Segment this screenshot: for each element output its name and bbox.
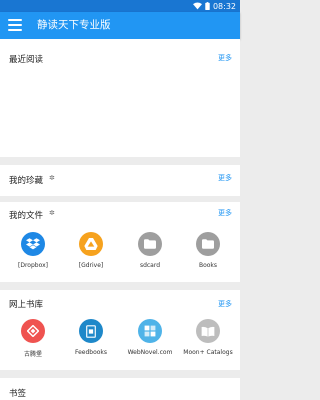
wifi-icon — [192, 2, 202, 10]
online-library-more-link[interactable]: 更多 — [218, 299, 232, 309]
favorites-more-link[interactable]: 更多 — [218, 173, 232, 183]
library-label: Moon+ Catalogs — [183, 349, 233, 356]
my-files-card: 我的文件 ✲ 更多 [Dropbox] [Gdrive] sdcard Book… — [0, 202, 240, 282]
recent-reading-card: 最近阅读 更多 — [0, 39, 240, 157]
battery-icon — [205, 2, 210, 10]
file-source-books[interactable]: Books — [178, 232, 238, 269]
status-bar: 08:32 — [0, 0, 240, 12]
my-files-title: 我的文件 — [9, 211, 44, 221]
my-files-more-link[interactable]: 更多 — [218, 208, 232, 218]
bookmarks-card: 书签 — [0, 378, 240, 400]
file-source-sdcard[interactable]: sdcard — [120, 232, 180, 269]
library-feedbooks[interactable]: Feedbooks — [61, 319, 121, 356]
moon-catalogs-icon — [196, 319, 220, 343]
feedbooks-icon — [79, 319, 103, 343]
status-time: 08:32 — [212, 1, 236, 11]
status-right: 08:32 — [192, 0, 236, 12]
file-source-dropbox[interactable]: [Dropbox] — [3, 232, 63, 269]
library-label: WebNovel.com — [127, 349, 173, 356]
bookmarks-title: 书签 — [9, 389, 27, 399]
online-library-title: 网上书库 — [9, 300, 44, 310]
recent-reading-title: 最近阅读 — [9, 55, 44, 65]
favorites-card: 我的珍藏 ✲ 更多 — [0, 165, 240, 196]
file-source-label: Books — [198, 262, 218, 269]
folder-icon — [138, 232, 162, 256]
folder-icon — [196, 232, 220, 256]
recent-more-link[interactable]: 更多 — [218, 53, 232, 63]
file-source-gdrive[interactable]: [Gdrive] — [61, 232, 121, 269]
library-label: 古腾堡 — [23, 351, 42, 358]
library-label: Feedbooks — [74, 349, 108, 356]
library-webnovel[interactable]: WebNovel.com — [120, 319, 180, 356]
app-title: 静读天下专业版 — [37, 19, 111, 31]
favorites-settings-icon[interactable]: ✲ — [49, 174, 55, 182]
file-source-label: [Gdrive] — [78, 262, 104, 269]
file-source-label: [Dropbox] — [18, 262, 48, 269]
dropbox-icon — [21, 232, 45, 256]
google-drive-icon — [79, 232, 103, 256]
online-library-card: 网上书库 更多 古腾堡 Feedbooks WebNovel.com Moon+… — [0, 290, 240, 370]
webnovel-icon — [138, 319, 162, 343]
my-files-settings-icon[interactable]: ✲ — [49, 209, 55, 217]
file-source-label: sdcard — [139, 262, 161, 269]
app-bar: 静读天下专业版 — [0, 12, 240, 39]
library-moon-catalogs[interactable]: Moon+ Catalogs — [178, 319, 238, 356]
favorites-title: 我的珍藏 — [9, 176, 44, 186]
menu-icon[interactable] — [8, 19, 22, 31]
gutenberg-icon — [21, 319, 45, 343]
library-gutenberg[interactable]: 古腾堡 — [3, 319, 63, 358]
